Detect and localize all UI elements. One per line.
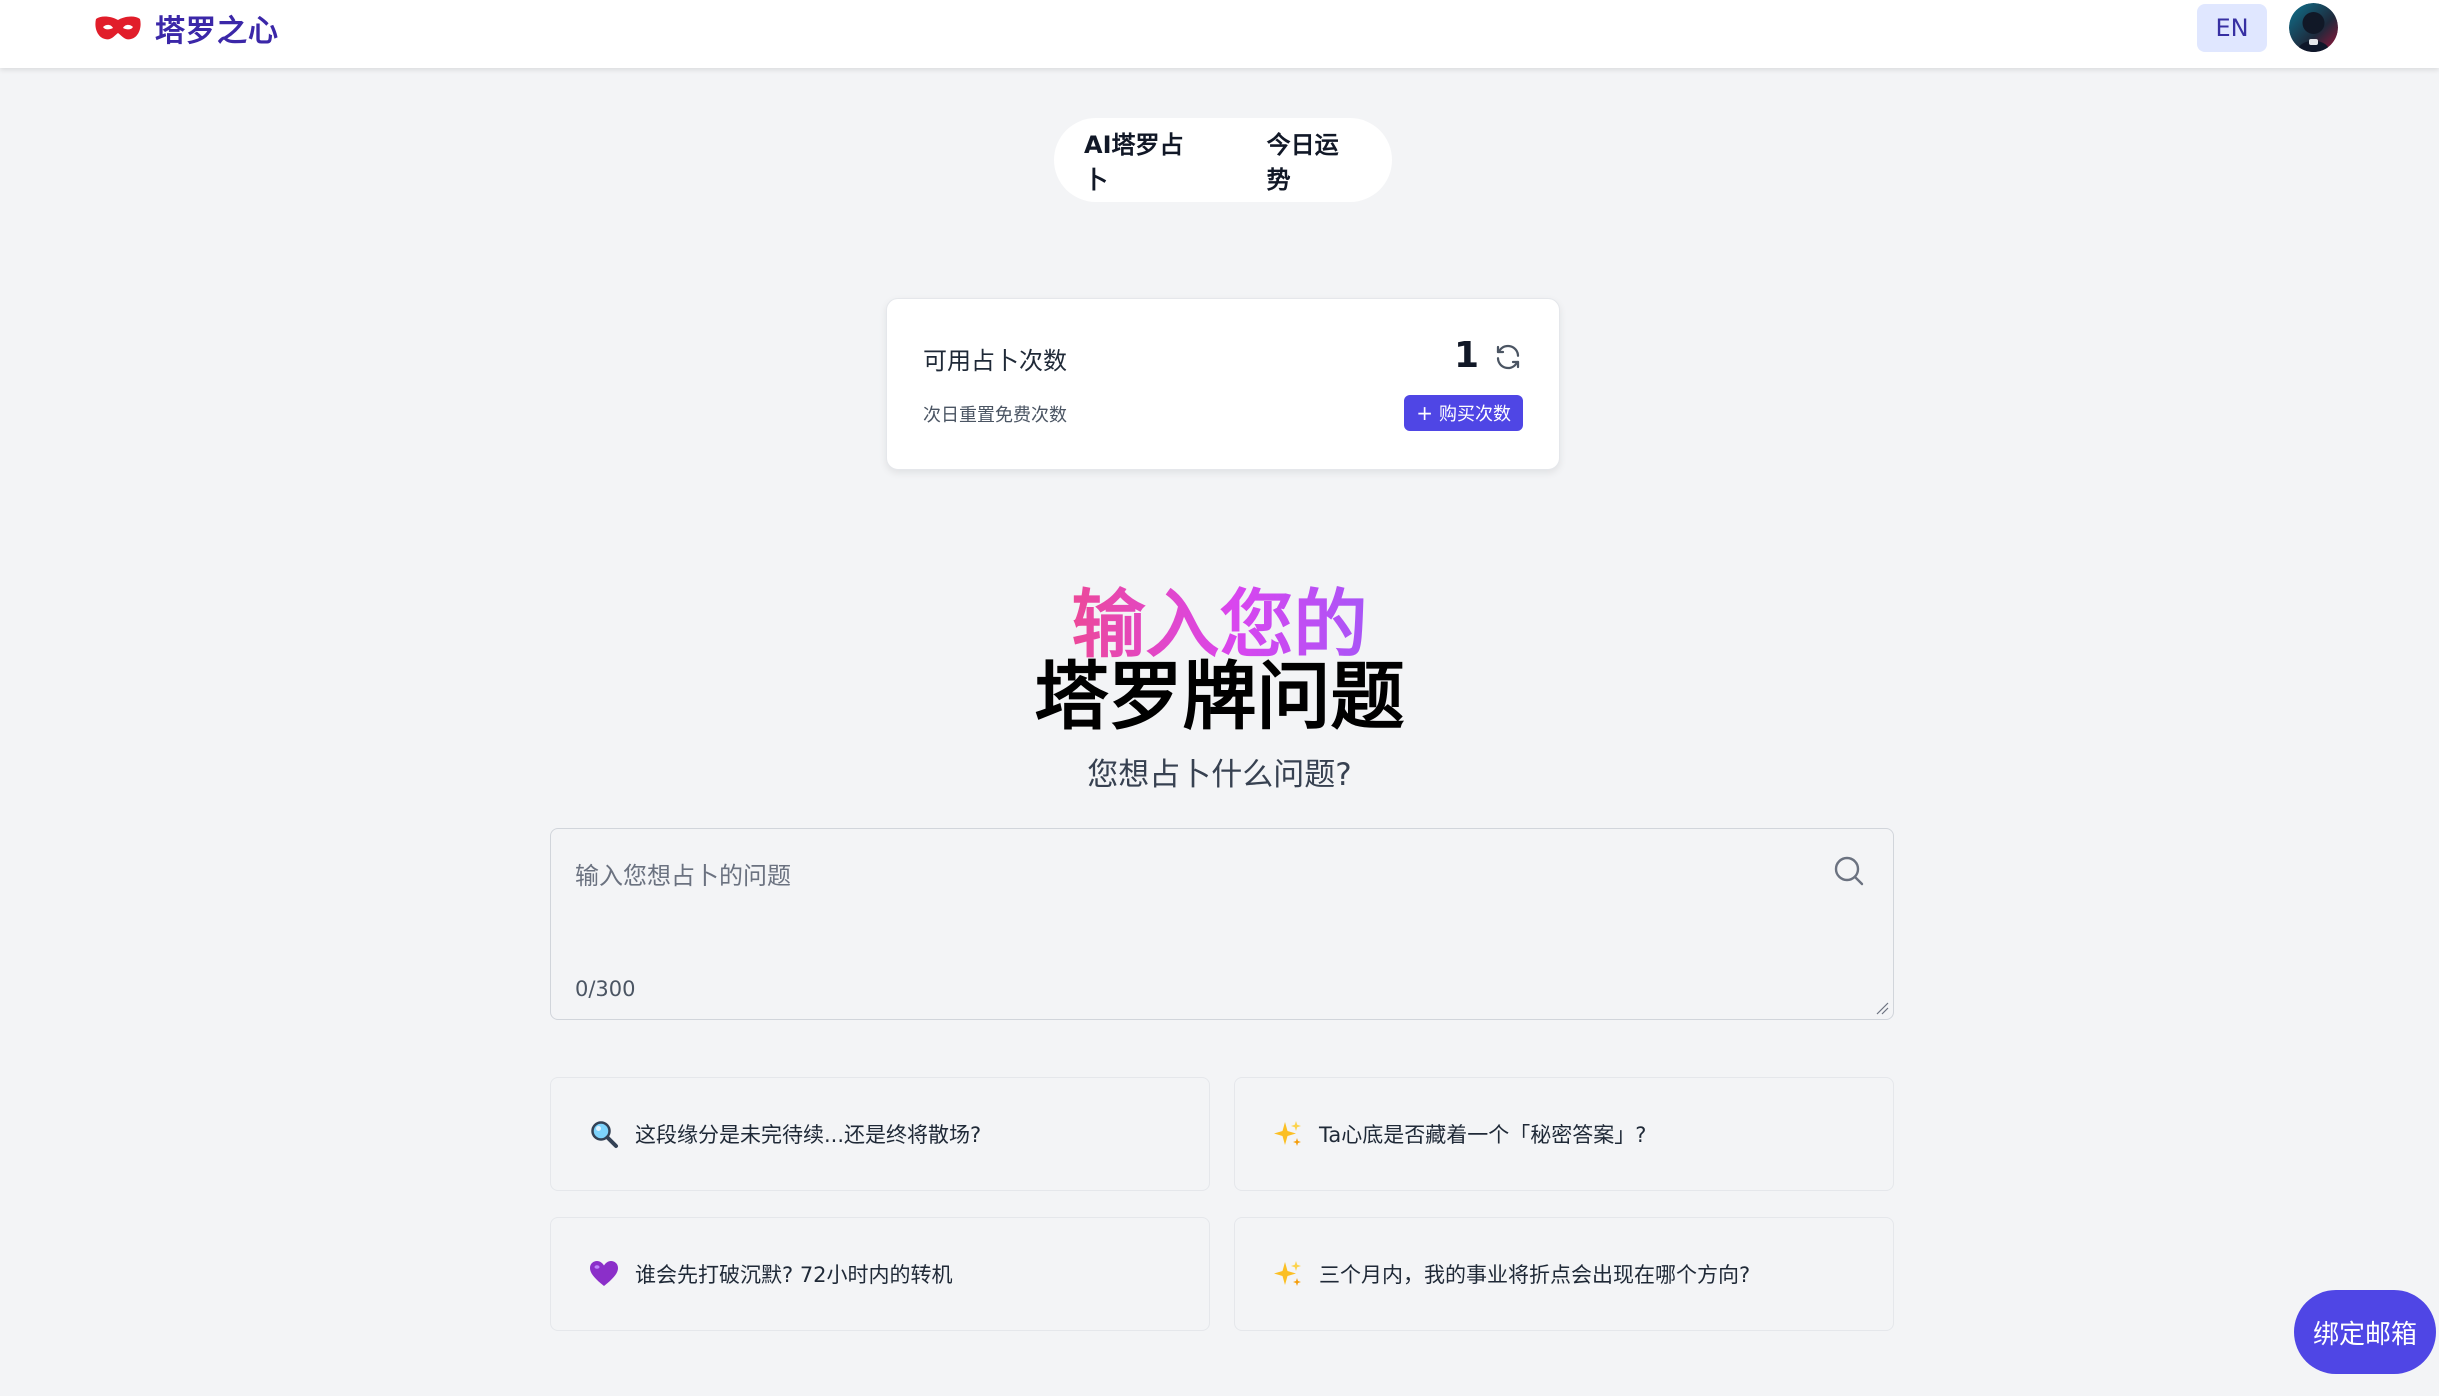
- sparkles-emoji-icon: [1274, 1261, 1301, 1286]
- user-avatar[interactable]: [2289, 3, 2338, 52]
- mask-logo-icon: [95, 16, 141, 40]
- credits-reset-note: 次日重置免费次数: [923, 405, 1067, 426]
- search-icon[interactable]: [1829, 851, 1869, 891]
- hero-title-line2: 塔罗牌问题: [1034, 654, 1405, 740]
- tab-daily-fortune[interactable]: 今日运势: [1237, 125, 1392, 195]
- refresh-icon[interactable]: [1493, 342, 1523, 372]
- suggestion-card[interactable]: Ta心底是否藏着一个「秘密答案」?: [1234, 1077, 1894, 1191]
- char-counter: 0/300: [575, 977, 636, 1001]
- credits-label: 可用占卜次数: [923, 347, 1067, 375]
- tab-ai-tarot[interactable]: AI塔罗占卜: [1054, 125, 1237, 195]
- suggestion-text: 三个月内，我的事业将折点会出现在哪个方向?: [1319, 1263, 1751, 1287]
- buy-credits-button[interactable]: + 购买次数: [1404, 395, 1523, 431]
- suggestion-text: Ta心底是否藏着一个「秘密答案」?: [1319, 1123, 1647, 1147]
- avatar-image: [2289, 3, 2338, 52]
- suggestion-text: 这段缘分是未完待续...还是终将散场?: [635, 1123, 982, 1147]
- suggestion-card[interactable]: 三个月内，我的事业将折点会出现在哪个方向?: [1234, 1217, 1894, 1331]
- resize-handle-icon[interactable]: [1875, 1001, 1889, 1015]
- top-navbar: 塔罗之心 EN: [0, 0, 2439, 68]
- bind-email-button[interactable]: 绑定邮箱: [2294, 1290, 2436, 1374]
- buy-credits-label: 购买次数: [1439, 404, 1511, 425]
- suggestion-text: 谁会先打破沉默? 72小时内的转机: [635, 1263, 953, 1287]
- purple-heart-emoji-icon: [590, 1261, 618, 1286]
- credits-card: 可用占卜次数 1 次日重置免费次数 + 购买次数: [886, 298, 1560, 470]
- language-toggle-button[interactable]: EN: [2197, 4, 2267, 52]
- plus-icon: +: [1416, 401, 1433, 425]
- brand-logo[interactable]: 塔罗之心: [93, 10, 279, 49]
- suggestion-card[interactable]: 这段缘分是未完待续...还是终将散场?: [550, 1077, 1210, 1191]
- magnifier-emoji-icon: [591, 1121, 618, 1148]
- suggestion-card[interactable]: 谁会先打破沉默? 72小时内的转机: [550, 1217, 1210, 1331]
- brand-name: 塔罗之心: [155, 14, 279, 49]
- question-input[interactable]: [573, 855, 1797, 897]
- credits-count: 1: [1453, 335, 1479, 376]
- sparkles-emoji-icon: [1274, 1121, 1301, 1146]
- question-box: 0/300: [550, 828, 1894, 1020]
- hero-subtitle: 您想占卜什么问题?: [1087, 757, 1352, 793]
- mode-tabs: AI塔罗占卜 今日运势: [1054, 118, 1392, 202]
